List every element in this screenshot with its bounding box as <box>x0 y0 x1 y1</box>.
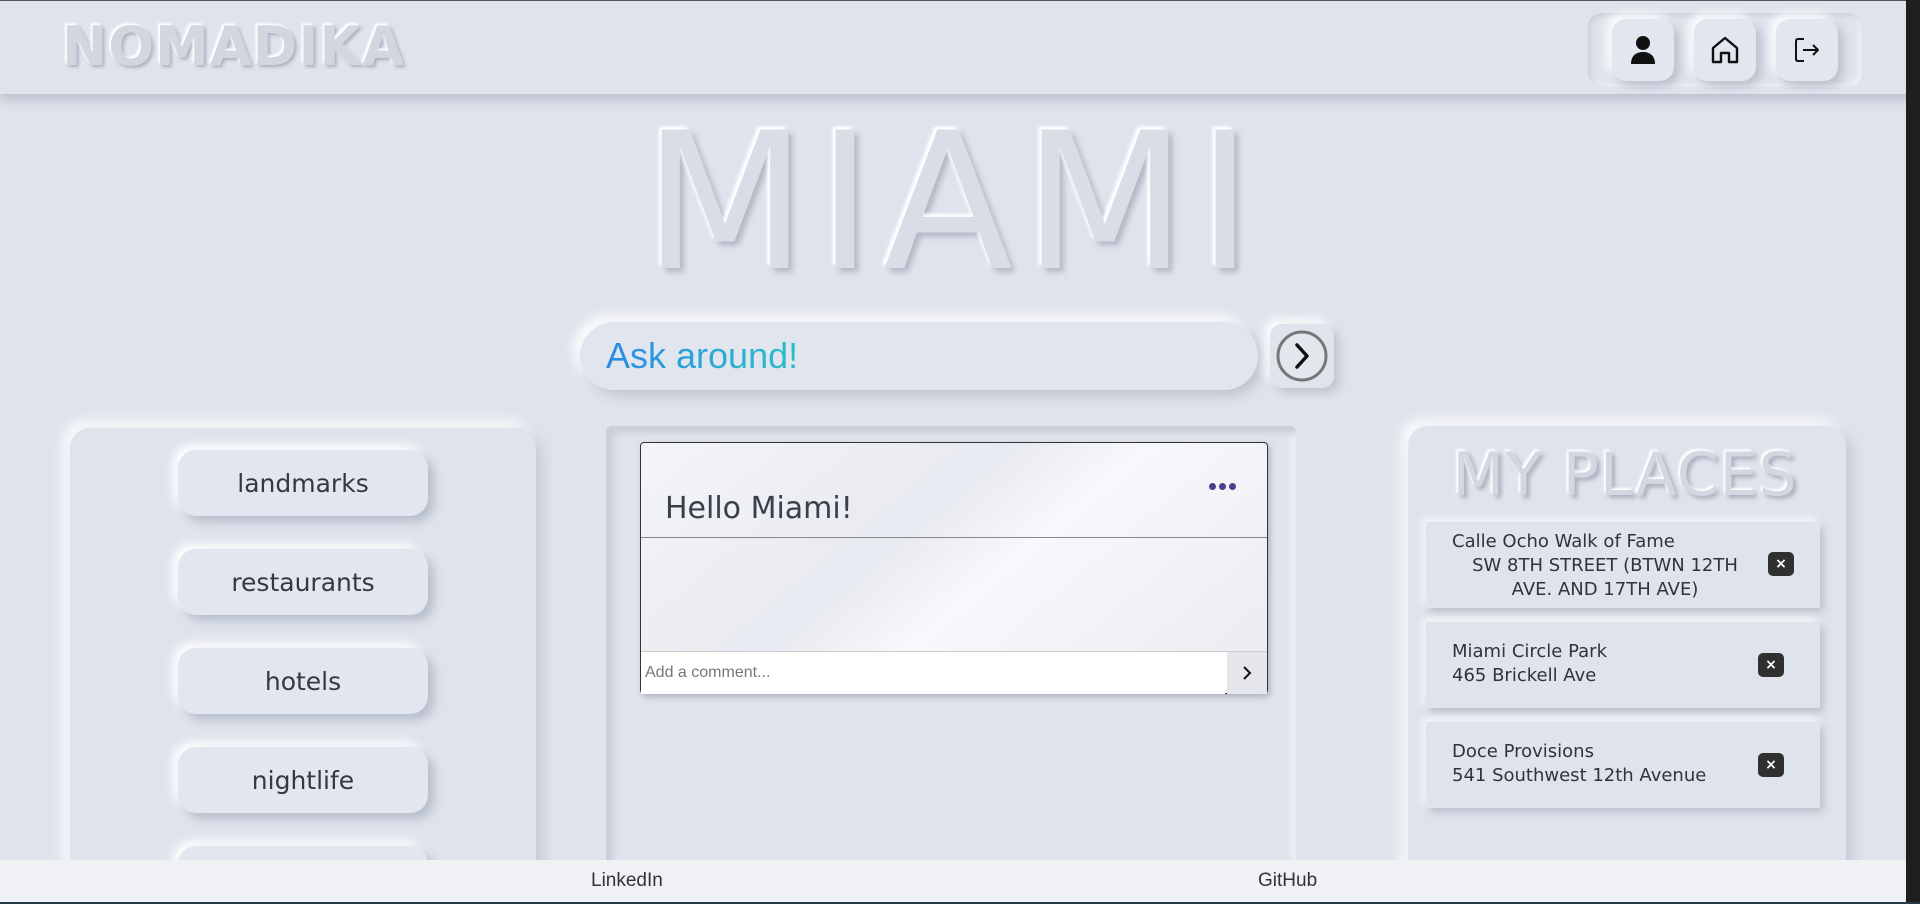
place-address: 465 Brickell Ave <box>1452 665 1597 686</box>
place-name: Doce Provisions <box>1452 741 1594 762</box>
place-address: 541 Southwest 12th Avenue <box>1452 765 1707 786</box>
remove-place-button[interactable]: × <box>1768 552 1794 576</box>
ask-around-label: Ask around! <box>606 335 799 376</box>
logout-button[interactable] <box>1776 19 1838 81</box>
footer: LinkedIn GitHub <box>0 860 1920 904</box>
post-card: Hello Miami! <box>640 442 1268 694</box>
category-nightlife[interactable]: nightlife <box>178 747 428 813</box>
brand-logo[interactable]: NOMADIKA <box>62 15 405 78</box>
place-item[interactable]: Miami Circle Park 465 Brickell Ave × <box>1426 622 1820 708</box>
city-title: MIAMI <box>643 92 1263 313</box>
comment-send-button[interactable] <box>1227 652 1267 694</box>
category-panel: landmarks restaurants hotels nightlife s… <box>70 428 536 904</box>
place-address: SW 8TH STREET (BTWN 12TH AVE. AND 17TH A… <box>1472 555 1738 600</box>
top-header: NOMADIKA <box>0 0 1920 94</box>
more-dots-icon[interactable] <box>1209 483 1236 490</box>
place-item[interactable]: Calle Ocho Walk of Fame SW 8TH STREET (B… <box>1426 522 1820 608</box>
comment-input[interactable] <box>641 652 1225 694</box>
nav-button-group <box>1588 13 1862 87</box>
linkedin-link[interactable]: LinkedIn <box>591 870 663 892</box>
home-button[interactable] <box>1694 19 1756 81</box>
chevron-right-icon <box>1243 666 1252 680</box>
category-restaurants[interactable]: restaurants <box>178 549 428 615</box>
category-landmarks[interactable]: landmarks <box>178 450 428 516</box>
user-icon <box>1631 36 1655 64</box>
category-hotels[interactable]: hotels <box>178 648 428 714</box>
remove-place-button[interactable]: × <box>1758 653 1784 677</box>
logout-icon <box>1795 38 1819 62</box>
post-title: Hello Miami! <box>665 491 853 526</box>
place-name: Miami Circle Park <box>1452 641 1607 662</box>
profile-button[interactable] <box>1612 19 1674 81</box>
place-name: Calle Ocho Walk of Fame <box>1452 531 1675 552</box>
chevron-right-circle-icon <box>1276 330 1328 382</box>
scrollbar[interactable] <box>1906 0 1920 904</box>
post-divider <box>641 537 1267 538</box>
comment-row <box>641 651 1267 694</box>
remove-place-button[interactable]: × <box>1758 753 1784 777</box>
github-link[interactable]: GitHub <box>1258 870 1317 892</box>
ask-submit-button[interactable] <box>1270 324 1334 388</box>
home-icon <box>1711 36 1739 64</box>
place-item[interactable]: Doce Provisions 541 Southwest 12th Avenu… <box>1426 722 1820 808</box>
ask-around-input[interactable]: Ask around! <box>580 322 1258 390</box>
